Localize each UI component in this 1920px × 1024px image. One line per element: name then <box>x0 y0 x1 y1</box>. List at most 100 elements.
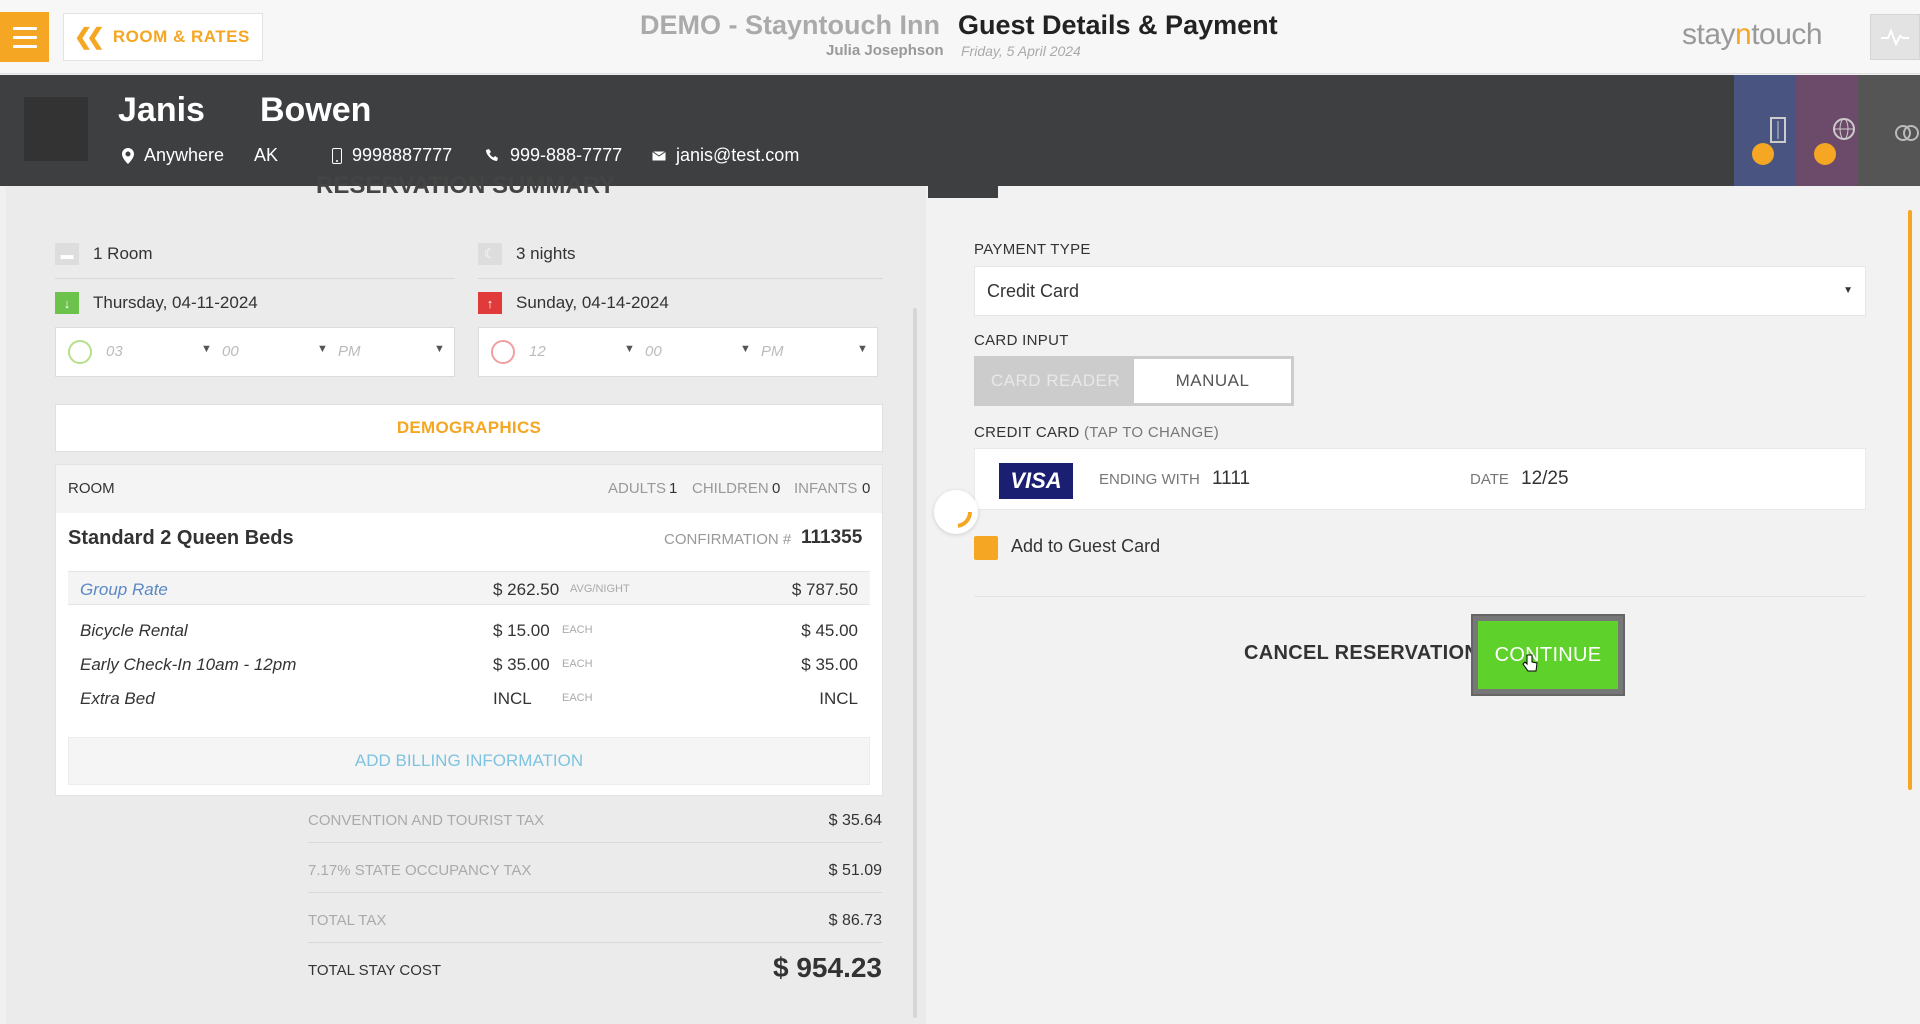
addon-unit: EACH <box>562 624 593 636</box>
expiry-label: DATE <box>1470 471 1509 488</box>
rate-name: Group Rate <box>80 580 168 599</box>
add-to-guest-card-label: Add to Guest Card <box>1011 536 1161 556</box>
continue-button[interactable]: CONTINUE <box>1478 621 1618 689</box>
web-booking-tab[interactable] <box>1796 75 1858 186</box>
add-billing-info-button[interactable]: ADD BILLING INFORMATION <box>68 737 870 785</box>
arrival-date-label: Thursday, 04-11-2024 <box>93 293 258 312</box>
payment-panel: PAYMENT TYPE Credit Card ▼ CARD INPUT CA… <box>926 186 1920 1024</box>
scrollbar[interactable] <box>1908 210 1912 790</box>
departure-date-label: Sunday, 04-14-2024 <box>516 293 669 312</box>
stayntouch-logo: stayntouch <box>1682 18 1823 52</box>
rate-row[interactable]: Group Rate $ 262.50 AVG/NIGHT $ 787.50 <box>68 571 870 605</box>
activity-button[interactable] <box>1870 14 1920 60</box>
moon-icon: ☾ <box>478 243 502 265</box>
room-card: ROOM ADULTS 1 CHILDREN 0 INFANTS 0 Stand… <box>55 464 883 796</box>
manual-option[interactable]: MANUAL <box>1134 359 1291 403</box>
tax-label: 7.17% STATE OCCUPANCY TAX <box>308 862 532 879</box>
addon-name: Bicycle Rental <box>80 621 188 640</box>
departure-date: ↑ Sunday, 04-14-2024 <box>478 292 669 314</box>
chevron-down-icon: ▼ <box>317 343 328 355</box>
addon-row: Bicycle Rental $ 15.00 EACH $ 45.00 <box>68 621 870 655</box>
visa-logo-icon: VISA <box>999 463 1073 499</box>
arrival-ampm-select[interactable]: PM <box>338 343 361 360</box>
guest-header: Janis Bowen Anywhere AK 9998887777 999-8… <box>0 75 1920 186</box>
credit-card-label: CREDIT CARD (TAP TO CHANGE) <box>974 424 1219 441</box>
tax-row: 7.17% STATE OCCUPANCY TAX $ 51.09 <box>308 862 882 879</box>
card-input-toggle: CARD READER MANUAL <box>974 356 1294 406</box>
clock-icon <box>68 340 92 364</box>
addon-total: INCL <box>819 689 858 708</box>
confirmation-label: CONFIRMATION # <box>664 531 792 548</box>
payment-type-label: PAYMENT TYPE <box>974 241 1091 258</box>
reservation-summary-panel: RESERVATION SUMMARY ▬ 1 Room ☾ 3 nights … <box>6 172 926 1024</box>
divider <box>308 842 882 843</box>
total-stay-cost: $ 954.23 <box>773 952 882 983</box>
chevron-down-icon: ▼ <box>201 343 212 355</box>
tax-value: $ 35.64 <box>828 812 882 829</box>
addon-unit: EACH <box>562 692 593 704</box>
guest-location: Anywhere AK <box>122 145 278 166</box>
addon-unit: EACH <box>562 658 593 670</box>
rate-total: $ 787.50 <box>791 580 858 599</box>
double-chevron-left-icon: ❮❮ <box>74 24 105 49</box>
arrival-date: ↓ Thursday, 04-11-2024 <box>55 292 258 314</box>
card-expiry: 12/25 <box>1521 468 1569 489</box>
total-stay-label: TOTAL STAY COST <box>308 962 442 979</box>
night-count: ☾ 3 nights <box>478 243 576 265</box>
addon-price: $ 15.00 <box>493 621 550 640</box>
clock-icon <box>491 340 515 364</box>
hamburger-icon-line <box>12 44 37 48</box>
adults-count[interactable]: 1 <box>669 480 677 497</box>
addon-name: Early Check-In 10am - 12pm <box>80 655 297 674</box>
guest-avatar[interactable] <box>24 97 88 161</box>
guest-phone: 999-888-7777 <box>486 145 622 166</box>
divider <box>974 596 1866 597</box>
guest-last-name[interactable]: Bowen <box>260 91 371 130</box>
search-badge-icon <box>1814 143 1836 165</box>
guest-first-name[interactable]: Janis <box>118 91 205 130</box>
total-tax-row: TOTAL TAX $ 86.73 <box>308 912 882 929</box>
tax-label: TOTAL TAX <box>308 912 387 929</box>
panel-tab <box>928 186 998 198</box>
linked-circles-icon <box>1895 125 1919 141</box>
departure-time-picker: 12 ▼ 00 ▼ PM ▼ <box>478 327 878 377</box>
payment-type-select[interactable]: Credit Card ▼ <box>974 266 1866 316</box>
guest-mobile: 9998887777 <box>332 145 452 166</box>
bed-icon: ▬ <box>55 243 79 265</box>
back-to-room-rates-button[interactable]: ❮❮ ROOM & RATES <box>63 13 263 61</box>
linked-profiles-tab[interactable] <box>1858 75 1920 186</box>
payment-type-value: Credit Card <box>987 281 1080 301</box>
room-type: Standard 2 Queen Beds <box>68 527 294 549</box>
ending-with-label: ENDING WITH <box>1099 471 1200 488</box>
cancel-reservation-button[interactable]: CANCEL RESERVATION <box>1244 642 1479 665</box>
card-input-label: CARD INPUT <box>974 332 1069 349</box>
departure-hour-select[interactable]: 12 <box>529 343 546 360</box>
arrival-minute-select[interactable]: 00 <box>222 343 239 360</box>
menu-button[interactable] <box>0 12 49 62</box>
infants-count[interactable]: 0 <box>862 480 870 497</box>
addon-row: Early Check-In 10am - 12pm $ 35.00 EACH … <box>68 655 870 689</box>
rate-price: $ 262.50 <box>493 580 560 599</box>
departure-ampm-select[interactable]: PM <box>761 343 784 360</box>
back-button-label: ROOM & RATES <box>112 27 250 46</box>
divider <box>308 892 882 893</box>
chevron-down-icon: ▼ <box>740 343 751 355</box>
page-title: Guest Details & Payment <box>958 10 1278 40</box>
arrival-hour-select[interactable]: 03 <box>106 343 123 360</box>
chevron-down-icon: ▼ <box>857 343 868 355</box>
loading-spinner <box>934 490 978 534</box>
infants-label: INFANTS <box>794 480 858 497</box>
add-to-guest-card-checkbox[interactable] <box>974 536 998 560</box>
card-reader-option[interactable]: CARD READER <box>977 359 1134 403</box>
divider <box>55 278 455 279</box>
demographics-button[interactable]: DEMOGRAPHICS <box>55 404 883 452</box>
credit-card-display[interactable]: VISA ENDING WITH 1111 DATE 12/25 <box>974 448 1866 510</box>
addon-price: $ 35.00 <box>493 655 550 674</box>
departure-minute-select[interactable]: 00 <box>645 343 662 360</box>
hotel-name: DEMO - Stayntouch Inn <box>640 10 940 40</box>
loyalty-tab[interactable] <box>1734 75 1796 186</box>
globe-icon <box>1833 118 1855 140</box>
children-count[interactable]: 0 <box>772 480 780 497</box>
tax-row: CONVENTION AND TOURIST TAX $ 35.64 <box>308 812 882 829</box>
scrollbar[interactable] <box>913 308 917 1018</box>
